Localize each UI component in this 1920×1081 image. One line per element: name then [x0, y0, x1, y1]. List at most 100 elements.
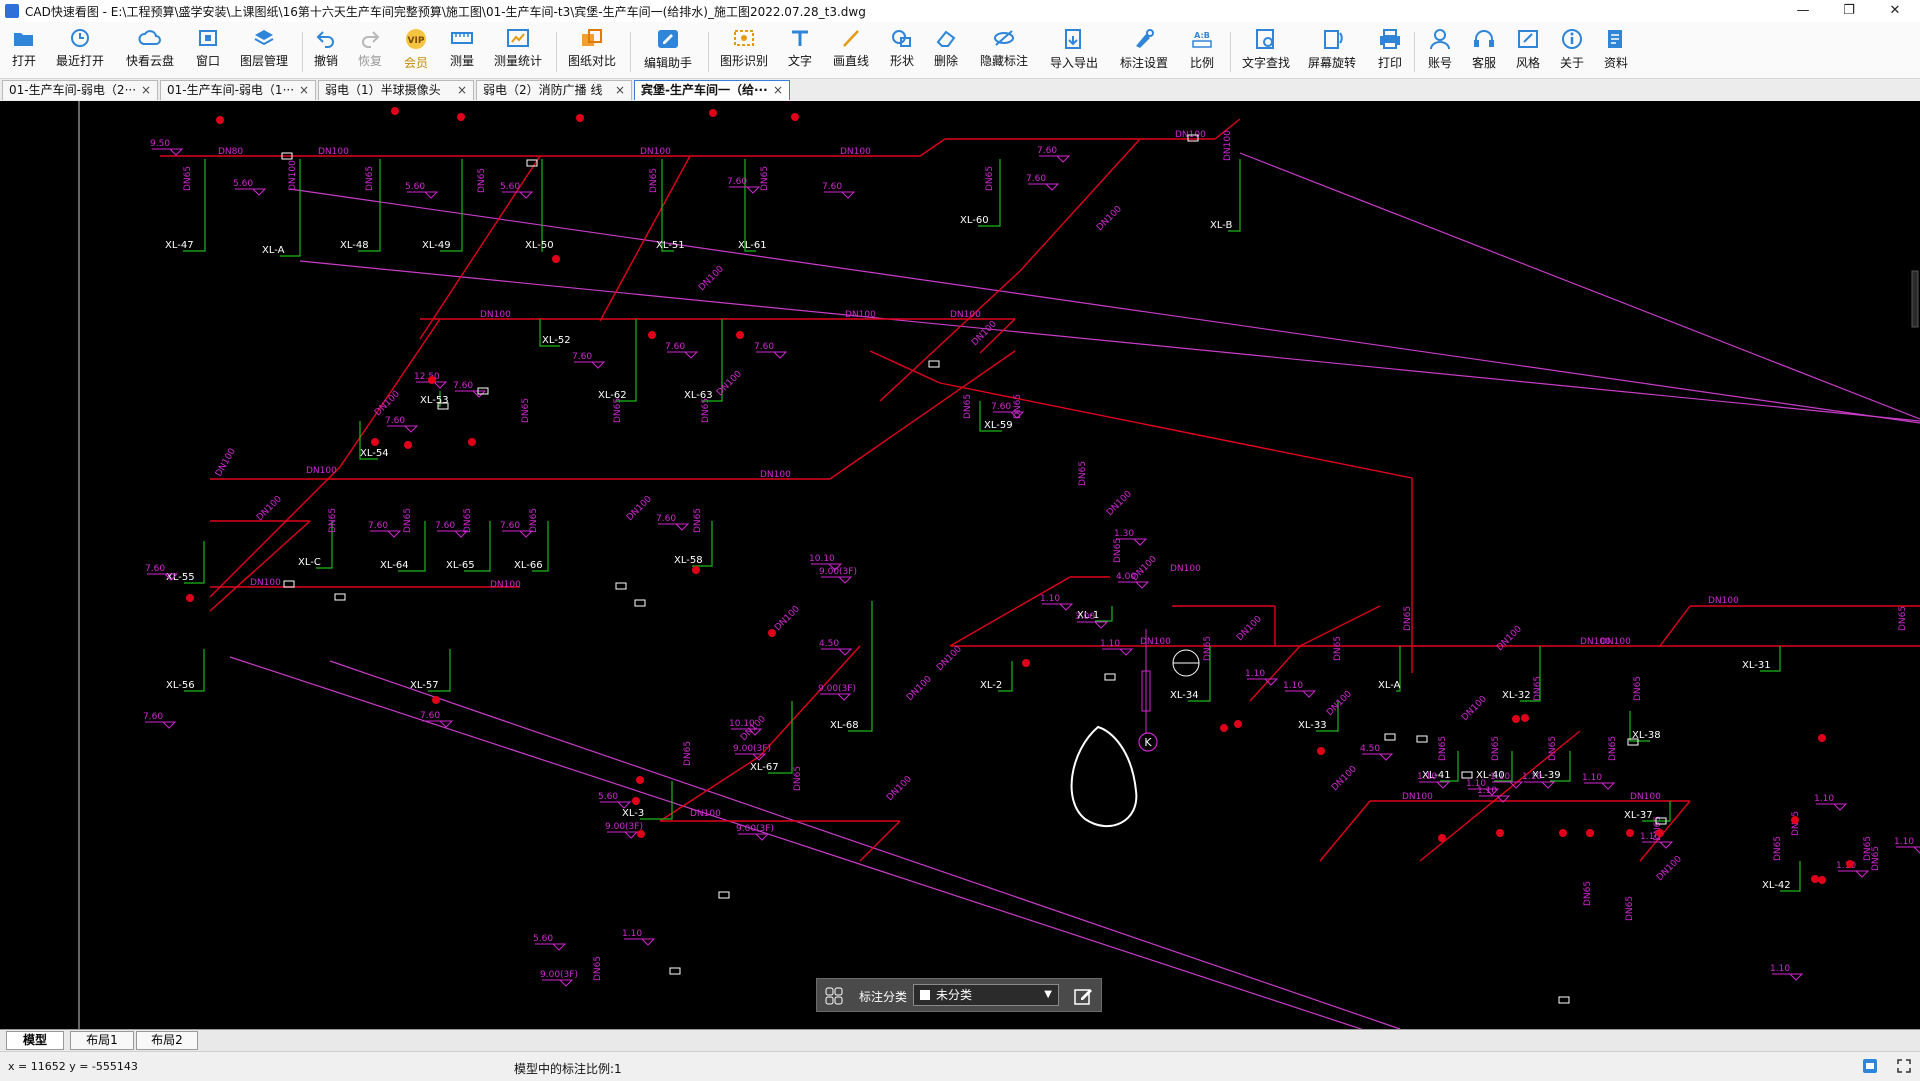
style-button[interactable]: 风格	[1512, 26, 1544, 76]
measure-button[interactable]: 测量	[446, 26, 478, 76]
account-icon	[1430, 29, 1450, 50]
close-tab-icon[interactable]: ×	[141, 81, 151, 100]
scale-button[interactable]: A:B 比例	[1186, 26, 1218, 76]
highlight-markup-circle[interactable]	[1070, 725, 1138, 828]
pipe-size-label: DN100	[1402, 792, 1433, 802]
vertical-scroll-thumb[interactable]	[1911, 270, 1919, 328]
pipe-size-label: DN65	[613, 398, 623, 423]
measure-stats-button[interactable]: 测量统计	[492, 26, 544, 76]
riser-label: XL-60	[960, 215, 989, 226]
shape-button[interactable]: 形状	[886, 26, 918, 76]
grid-apps-icon[interactable]	[825, 987, 843, 1005]
toolbar-separator	[708, 32, 709, 72]
valve-fixture-symbol	[1818, 734, 1826, 742]
elevation-label: 7.60	[500, 521, 520, 531]
pipe-size-label: DN65	[1773, 836, 1783, 861]
rotate-screen-button[interactable]: 屏幕旋转	[1304, 26, 1360, 76]
maximize-button[interactable]: ❐	[1826, 0, 1872, 22]
riser-label: XL-64	[380, 560, 409, 571]
screen-capture-icon[interactable]	[1862, 1058, 1878, 1074]
customer-service-button[interactable]: 客服	[1468, 26, 1500, 76]
text-button[interactable]: 文字	[784, 26, 816, 76]
documents-button[interactable]: 资料	[1600, 26, 1632, 76]
elevation-label: 1.30	[1114, 529, 1134, 539]
cad-drawing[interactable]: XL-47 XL-A XL-48 XL-49 XL-50 XL-51 XL-61 XL-60 X…	[0, 101, 1920, 1029]
pipe-size-label: DN100	[1235, 614, 1264, 643]
supply-pipe-line	[1659, 605, 1691, 647]
close-tab-icon[interactable]: ×	[615, 81, 625, 100]
elevation-label: 9.50	[150, 139, 170, 149]
pipe-size-label: DN65	[1898, 606, 1908, 631]
minimize-button[interactable]: —	[1780, 0, 1826, 22]
riser-label: XL-C	[298, 557, 321, 568]
elevation-symbol	[387, 425, 419, 433]
close-tab-icon[interactable]: ×	[299, 81, 309, 100]
annotation-category-select[interactable]: 未分类 ▼	[913, 984, 1059, 1006]
doc-tab-label: 弱电（1）半球摄像头	[325, 83, 441, 97]
doc-tab-active[interactable]: 宾堡-生产车间一（给··· ×	[634, 80, 790, 100]
redo-button[interactable]: 恢复	[354, 26, 386, 76]
pipe-fitting-symbol	[1104, 673, 1116, 681]
edit-assistant-button[interactable]: 编辑助手	[640, 26, 696, 76]
cloud-drive-button[interactable]: 快看云盘	[122, 26, 178, 76]
elevation-symbol	[1247, 678, 1279, 686]
draw-line-button[interactable]: 画直线	[830, 26, 872, 76]
elevation-label: 7.60	[665, 342, 685, 352]
edit-icon[interactable]	[1073, 986, 1093, 1006]
import-export-button[interactable]: 导入导出	[1046, 26, 1102, 76]
doc-tab[interactable]: 01-生产车间-弱电（1··· ×	[160, 80, 316, 100]
close-window-button[interactable]: ✕	[1872, 0, 1918, 22]
riser-label: XL-48	[340, 240, 369, 251]
close-tab-icon[interactable]: ×	[773, 81, 783, 100]
vip-button[interactable]: VIP 会员	[398, 26, 434, 76]
about-button[interactable]: 关于	[1556, 26, 1588, 76]
recent-open-button[interactable]: 最近打开	[52, 26, 108, 76]
riser-label: XL-68	[830, 720, 859, 731]
pipe-size-label: DN80	[218, 147, 243, 157]
riser-label: XL-59	[984, 420, 1013, 431]
close-tab-icon[interactable]: ×	[457, 81, 467, 100]
toolbar-separator	[302, 32, 303, 72]
pipe-size-label: DN100	[715, 369, 744, 398]
layout-tab-2[interactable]: 布局2	[136, 1031, 198, 1050]
drawing-compare-button[interactable]: 图纸对比	[566, 26, 618, 76]
valve-fixture-symbol	[186, 594, 194, 602]
riser-label: XL-33	[1298, 720, 1327, 731]
drawing-canvas[interactable]: XL-47 XL-A XL-48 XL-49 XL-50 XL-51 XL-61 XL-60 X…	[0, 101, 1920, 1029]
account-button[interactable]: 账号	[1424, 26, 1456, 76]
valve-fixture-symbol	[1220, 724, 1228, 732]
layout-tab-model[interactable]: 模型	[6, 1031, 64, 1050]
elevation-label: 7.60	[754, 342, 774, 352]
doc-tab[interactable]: 弱电（2）消防广播 线 ×	[476, 80, 632, 100]
annotation-category-label: 标注分类	[859, 990, 908, 1004]
valve-fixture-symbol	[1496, 829, 1504, 837]
hide-annotation-button[interactable]: 隐藏标注	[976, 26, 1032, 76]
pipe-size-label: DN65	[1203, 636, 1213, 661]
window-button[interactable]: 窗口	[192, 26, 224, 76]
layout-tab-1[interactable]: 布局1	[70, 1031, 134, 1050]
elevation-label: 7.60	[368, 521, 388, 531]
elevation-label: 1.10	[1477, 786, 1497, 796]
pipe-size-label: DN65	[693, 508, 703, 533]
layer-management-button[interactable]: 图层管理	[238, 26, 290, 76]
elevation-label: 3.00	[1075, 612, 1095, 622]
elevation-label: 1.10	[1582, 773, 1602, 783]
pipe-fitting-symbol	[1384, 733, 1396, 741]
undo-button[interactable]: 撤销	[310, 26, 342, 76]
riser-label: XL-52	[542, 335, 571, 346]
doc-tab[interactable]: 弱电（1）半球摄像头 ×	[318, 80, 474, 100]
pipe-size-label: DN100	[255, 494, 284, 523]
valve-fixture-symbol	[709, 109, 717, 117]
doc-tab[interactable]: 01-生产车间-弱电（2··· ×	[2, 80, 158, 100]
annotation-settings-button[interactable]: 标注设置	[1116, 26, 1172, 76]
text-icon	[792, 30, 808, 46]
fullscreen-icon[interactable]	[1896, 1058, 1912, 1074]
text-search-button[interactable]: 文字查找	[1238, 26, 1294, 76]
elevation-symbol	[502, 191, 534, 199]
riser-branch	[616, 319, 637, 402]
delete-button[interactable]: 删除	[930, 26, 962, 76]
valve-fixture-symbol	[457, 113, 465, 121]
print-button[interactable]: 打印	[1374, 26, 1406, 76]
open-button[interactable]: 打开	[8, 26, 40, 76]
shape-recognition-button[interactable]: 图形识别	[718, 26, 770, 76]
